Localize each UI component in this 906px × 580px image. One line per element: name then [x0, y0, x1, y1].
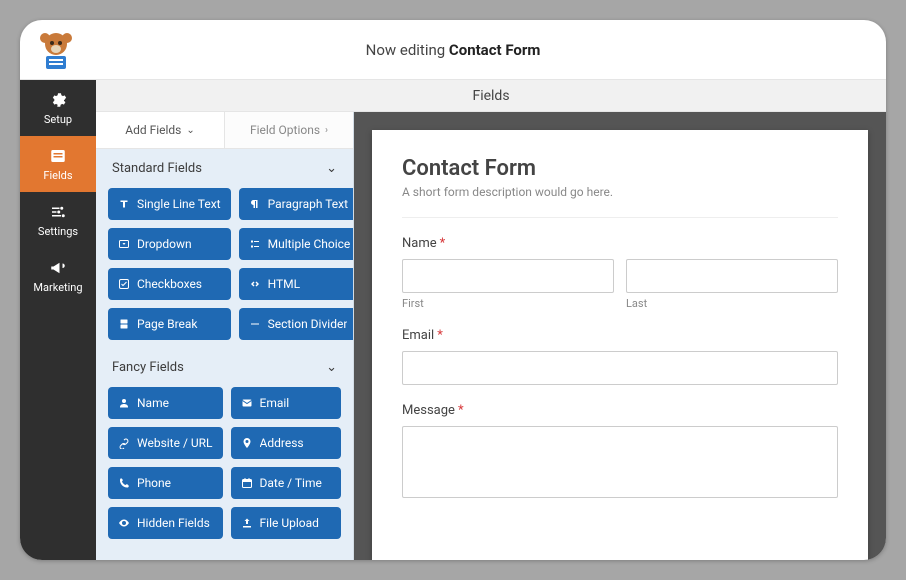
- form-preview-canvas: Contact Form A short form description wo…: [354, 112, 886, 560]
- label-email: Email*: [402, 328, 838, 343]
- field-button-label: Page Break: [137, 317, 198, 331]
- page-title: Now editing Contact Form: [366, 41, 541, 59]
- field-button-label: Hidden Fields: [137, 516, 210, 530]
- field-button-label: Website / URL: [137, 436, 213, 450]
- field-name[interactable]: Name: [108, 387, 223, 419]
- chevron-down-icon: ⌄: [326, 360, 337, 375]
- input-first-name[interactable]: [402, 259, 614, 293]
- field-file-upload[interactable]: File Upload: [231, 507, 341, 539]
- input-message[interactable]: [402, 426, 838, 498]
- eye-icon: [118, 517, 130, 529]
- nav-setup[interactable]: Setup: [20, 80, 96, 136]
- left-nav: Setup Fields Settings Marketing: [20, 80, 96, 560]
- top-bar: Now editing Contact Form: [20, 20, 886, 80]
- field-button-label: Email: [260, 396, 290, 410]
- pin-icon: [241, 437, 253, 449]
- panel-tabs: Add Fields⌄ Field Options›: [96, 112, 353, 149]
- form-description[interactable]: A short form description would go here.: [402, 185, 838, 218]
- field-address[interactable]: Address: [231, 427, 341, 459]
- field-html[interactable]: HTML: [239, 268, 354, 300]
- field-button-label: Checkboxes: [137, 277, 202, 291]
- field-hidden-fields[interactable]: Hidden Fields: [108, 507, 223, 539]
- field-button-label: Date / Time: [260, 476, 322, 490]
- field-button-label: Single Line Text: [137, 197, 221, 211]
- app-logo-icon: [34, 28, 78, 72]
- list-icon: [249, 238, 261, 250]
- field-button-label: Phone: [137, 476, 171, 490]
- group-title: Standard Fields: [112, 161, 202, 176]
- form-icon: [49, 147, 67, 165]
- check-icon: [118, 278, 130, 290]
- chevron-right-icon: ›: [325, 125, 328, 136]
- tab-add-fields[interactable]: Add Fields⌄: [96, 112, 225, 148]
- field-page-break[interactable]: Page Break: [108, 308, 231, 340]
- nav-fields[interactable]: Fields: [20, 136, 96, 192]
- tab-field-options[interactable]: Field Options›: [225, 112, 353, 148]
- field-button-label: Address: [260, 436, 304, 450]
- field-multiple-choice[interactable]: Multiple Choice: [239, 228, 354, 260]
- fields-panel: Add Fields⌄ Field Options› Standard Fiel…: [96, 112, 354, 560]
- sublabel-last: Last: [626, 297, 838, 310]
- page-icon: [118, 318, 130, 330]
- form-title[interactable]: Contact Form: [402, 156, 838, 181]
- user-icon: [118, 397, 130, 409]
- upload-icon: [241, 517, 253, 529]
- link-icon: [118, 437, 130, 449]
- chevron-down-icon: ⌄: [326, 161, 337, 176]
- field-message[interactable]: [402, 426, 838, 498]
- minus-icon: [249, 318, 261, 330]
- chevron-down-icon: ⌄: [186, 125, 194, 136]
- field-email[interactable]: [402, 351, 838, 385]
- paragraph-icon: [249, 198, 261, 210]
- field-dropdown[interactable]: Dropdown: [108, 228, 231, 260]
- input-email[interactable]: [402, 351, 838, 385]
- code-icon: [249, 278, 261, 290]
- field-button-label: Section Divider: [268, 317, 348, 331]
- field-website-url[interactable]: Website / URL: [108, 427, 223, 459]
- nav-marketing[interactable]: Marketing: [20, 248, 96, 304]
- field-paragraph-text[interactable]: Paragraph Text: [239, 188, 354, 220]
- nav-label: Setup: [44, 113, 72, 126]
- field-single-line-text[interactable]: Single Line Text: [108, 188, 231, 220]
- calendar-icon: [241, 477, 253, 489]
- field-button-label: Dropdown: [137, 237, 192, 251]
- text-icon: [118, 198, 130, 210]
- field-name[interactable]: First Last: [402, 259, 838, 310]
- input-last-name[interactable]: [626, 259, 838, 293]
- sliders-icon: [49, 203, 67, 221]
- group-header[interactable]: Fancy Fields ⌄: [96, 348, 353, 387]
- nav-label: Settings: [38, 225, 78, 238]
- group-title: Fancy Fields: [112, 360, 184, 375]
- field-checkboxes[interactable]: Checkboxes: [108, 268, 231, 300]
- field-button-label: File Upload: [260, 516, 319, 530]
- section-header: Fields: [96, 80, 886, 112]
- sublabel-first: First: [402, 297, 614, 310]
- nav-label: Fields: [43, 169, 72, 182]
- phone-icon: [118, 477, 130, 489]
- field-section-divider[interactable]: Section Divider: [239, 308, 354, 340]
- field-button-label: HTML: [268, 277, 301, 291]
- gear-icon: [49, 91, 67, 109]
- form-card[interactable]: Contact Form A short form description wo…: [372, 130, 868, 560]
- mail-icon: [241, 397, 253, 409]
- caret-icon: [118, 238, 130, 250]
- field-date-time[interactable]: Date / Time: [231, 467, 341, 499]
- nav-settings[interactable]: Settings: [20, 192, 96, 248]
- nav-label: Marketing: [33, 281, 82, 294]
- field-button-label: Name: [137, 396, 169, 410]
- field-email[interactable]: Email: [231, 387, 341, 419]
- field-button-label: Paragraph Text: [268, 197, 348, 211]
- field-button-label: Multiple Choice: [268, 237, 351, 251]
- bullhorn-icon: [49, 259, 67, 277]
- field-phone[interactable]: Phone: [108, 467, 223, 499]
- label-message: Message*: [402, 403, 838, 418]
- group-header[interactable]: Standard Fields ⌄: [96, 149, 353, 188]
- label-name: Name*: [402, 236, 838, 251]
- app-frame: Now editing Contact Form Setup Fields Sett…: [20, 20, 886, 560]
